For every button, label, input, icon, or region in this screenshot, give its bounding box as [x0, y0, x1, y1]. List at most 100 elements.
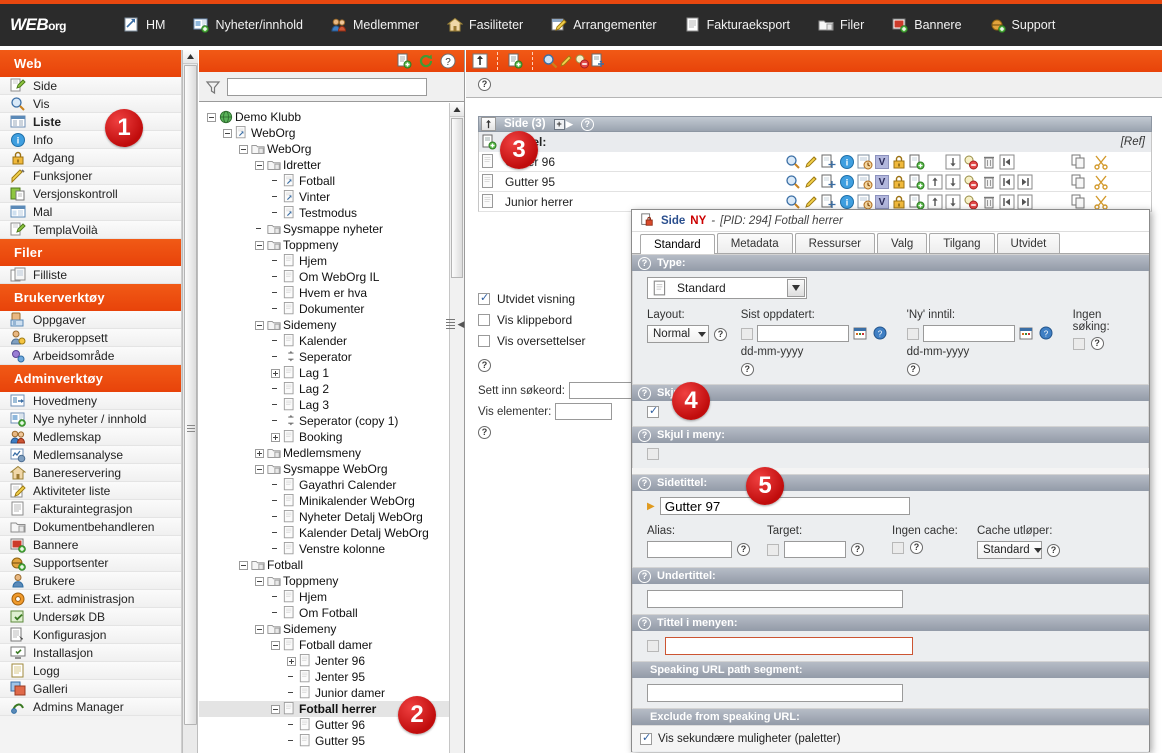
- version-badge[interactable]: V: [875, 154, 889, 169]
- tree-node[interactable]: Seperator: [199, 349, 450, 365]
- tab-ressurser[interactable]: Ressurser: [794, 233, 876, 253]
- hide-icon[interactable]: [963, 194, 979, 210]
- help-icon[interactable]: ?: [440, 53, 456, 69]
- help-icon[interactable]: ?: [714, 327, 727, 341]
- tree-node[interactable]: Fotball damer: [199, 637, 450, 653]
- menu-title-input[interactable]: [665, 637, 913, 655]
- move-page-icon[interactable]: [821, 174, 837, 190]
- version-badge[interactable]: V: [875, 194, 889, 209]
- tree-node[interactable]: Toppmeny: [199, 573, 450, 589]
- tree-node[interactable]: Minikalender WebOrg: [199, 493, 450, 509]
- tab-tilgang[interactable]: Tilgang: [929, 233, 995, 253]
- cut-icon[interactable]: [1093, 174, 1109, 190]
- sidebar-item-filliste[interactable]: Filliste: [0, 266, 181, 284]
- expand-plus-icon[interactable]: [271, 432, 280, 442]
- move-up-icon[interactable]: [472, 53, 488, 69]
- hide-icon[interactable]: [963, 174, 979, 190]
- checkbox[interactable]: [478, 291, 490, 305]
- magnifier-icon[interactable]: [785, 174, 801, 190]
- help-icon[interactable]: ?: [910, 541, 923, 554]
- tab-utvidet[interactable]: Utvidet: [996, 233, 1061, 253]
- tree-node[interactable]: Om Fotball: [199, 605, 450, 621]
- page-tree[interactable]: Demo Klubb WebOrg WebOrg Idretter Fotball Vin…: [199, 103, 450, 753]
- sidebar-item-oppgaver[interactable]: Oppgaver: [0, 311, 181, 329]
- collapse-minus-icon[interactable]: [255, 464, 264, 474]
- help-icon[interactable]: ?: [638, 386, 651, 400]
- tree-node[interactable]: Gayathri Calender: [199, 477, 450, 493]
- speaking-url-input[interactable]: [647, 684, 903, 702]
- hide-checkbox[interactable]: [647, 404, 659, 418]
- new-page-icon[interactable]: [396, 53, 412, 69]
- sidebar-item-ext-administrasjon[interactable]: Ext. administrasjon: [0, 590, 181, 608]
- tree-node[interactable]: Lag 2: [199, 381, 450, 397]
- sidebar-item-fakturaintegrasjon[interactable]: Fakturaintegrasjon: [0, 500, 181, 518]
- sidebar-item-bannere[interactable]: Bannere: [0, 536, 181, 554]
- table-row[interactable]: Gutter 95 i V: [478, 172, 1152, 192]
- sidebar-item-konfigurasjon[interactable]: Konfigurasjon: [0, 626, 181, 644]
- tree-node[interactable]: Seperator (copy 1): [199, 413, 450, 429]
- first-icon[interactable]: [999, 154, 1015, 170]
- expand-arrow-icon[interactable]: ▶: [647, 501, 655, 512]
- tree-node[interactable]: Sidemeny: [199, 621, 450, 637]
- info-icon[interactable]: i: [839, 154, 855, 170]
- topnav-item-fakturaeksport[interactable]: Fakturaeksport: [671, 13, 804, 37]
- sidebar-scrollbar[interactable]: [182, 50, 198, 753]
- new-page-icon[interactable]: [909, 174, 925, 190]
- tree-node[interactable]: Gutter 95: [199, 733, 450, 749]
- copy-icon[interactable]: [1071, 194, 1087, 210]
- lock-icon[interactable]: [891, 174, 907, 190]
- collapse-minus-icon[interactable]: [255, 240, 264, 250]
- hide-icon[interactable]: [574, 53, 590, 69]
- sidebar-item-liste[interactable]: Liste: [0, 113, 181, 131]
- lock-icon[interactable]: [891, 194, 907, 210]
- tree-node[interactable]: Lag 3: [199, 397, 450, 413]
- sidebar-item-arbeidsomr-de[interactable]: Arbeidsområde: [0, 347, 181, 365]
- magnifier-icon[interactable]: [785, 154, 801, 170]
- tree-node[interactable]: Jenter 96: [199, 653, 450, 669]
- page-title-input[interactable]: [659, 497, 910, 515]
- tree-node[interactable]: Sysmappe nyheter: [199, 221, 450, 237]
- move-page-icon[interactable]: [821, 194, 837, 210]
- subtitle-input[interactable]: [647, 590, 903, 608]
- pencil-icon[interactable]: [803, 154, 819, 170]
- sidebar-item-admins-manager[interactable]: Admins Manager: [0, 698, 181, 716]
- elements-input[interactable]: [555, 403, 613, 420]
- delete-icon[interactable]: [981, 154, 997, 170]
- tree-node[interactable]: Vinter: [199, 189, 450, 205]
- copy-icon[interactable]: [1071, 154, 1087, 170]
- checkbox[interactable]: [478, 313, 490, 326]
- delete-icon[interactable]: [981, 194, 997, 210]
- help-icon[interactable]: ?: [638, 476, 651, 490]
- menu-title-checkbox[interactable]: [647, 640, 659, 652]
- collapse-minus-icon[interactable]: [271, 640, 280, 650]
- cache-expire-select[interactable]: Standard: [977, 541, 1042, 559]
- help-icon[interactable]: ?: [478, 426, 491, 439]
- collapse-minus-icon[interactable]: [271, 704, 280, 714]
- tree-node[interactable]: Sidemeny: [199, 317, 450, 333]
- help-icon[interactable]: ?: [478, 359, 491, 372]
- help-icon[interactable]: ?: [851, 543, 864, 556]
- info-icon[interactable]: i: [839, 174, 855, 190]
- table-row[interactable]: Gutter 96iV: [478, 152, 1152, 172]
- tree-node[interactable]: Hvem er hva: [199, 285, 450, 301]
- tab-valg[interactable]: Valg: [877, 233, 928, 253]
- panel-splitter-handle[interactable]: [443, 312, 457, 336]
- new-page-icon[interactable]: [909, 194, 925, 210]
- checkbox[interactable]: [478, 334, 490, 347]
- help-icon[interactable]: ?: [580, 117, 594, 131]
- help-icon[interactable]: ?: [638, 569, 651, 583]
- last-icon[interactable]: [1017, 174, 1033, 190]
- no-cache-checkbox[interactable]: [892, 541, 904, 554]
- chevron-down-icon[interactable]: [787, 279, 805, 297]
- sidebar-scroll-thumb[interactable]: [184, 65, 197, 725]
- tree-node[interactable]: WebOrg: [199, 141, 450, 157]
- move-up-icon[interactable]: [927, 194, 943, 210]
- collapse-minus-icon[interactable]: [255, 576, 264, 586]
- collapse-minus-icon[interactable]: [255, 320, 264, 330]
- sidebar-item-adgang[interactable]: Adgang: [0, 149, 181, 167]
- sidebar-item-hovedmeny[interactable]: Hovedmeny: [0, 392, 181, 410]
- help-icon[interactable]: ?: [906, 363, 920, 376]
- new-page-icon[interactable]: [481, 134, 497, 150]
- topnav-item-support[interactable]: Support: [976, 13, 1070, 37]
- tree-filter-input[interactable]: [227, 77, 427, 96]
